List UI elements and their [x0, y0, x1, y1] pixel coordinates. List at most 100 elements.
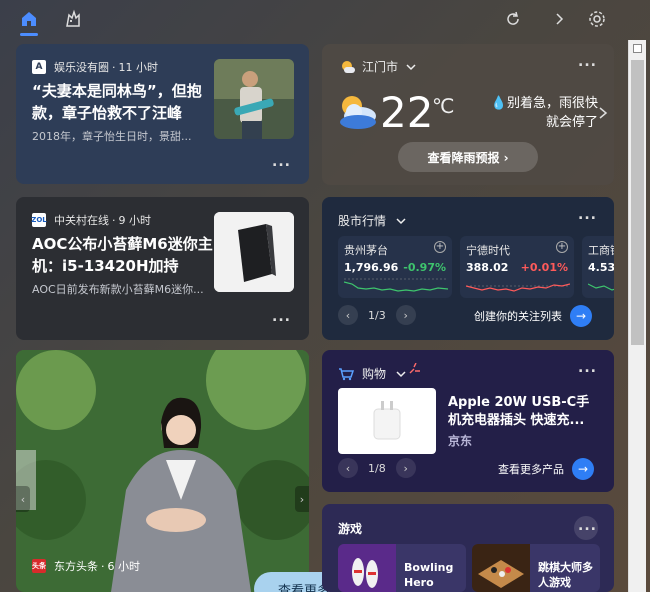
gear-icon[interactable]	[586, 8, 608, 30]
temperature: 22	[380, 88, 434, 137]
more-options-icon[interactable]: ...	[578, 54, 597, 70]
stock-name: 工商银	[588, 244, 614, 257]
game-tile[interactable]: Bowling Hero	[338, 544, 466, 592]
more-options-icon[interactable]: ...	[272, 154, 291, 170]
top-bar	[0, 0, 628, 40]
scroll-thumb[interactable]	[631, 60, 644, 345]
stock-card-header[interactable]: 股市行情	[338, 212, 406, 229]
chevron-down-icon	[396, 217, 406, 224]
games-title: 游戏	[338, 522, 363, 536]
home-tab-indicator	[20, 33, 38, 36]
more-options-icon[interactable]: ...	[574, 516, 598, 540]
news-time: 11 小时	[118, 61, 159, 74]
news-photo	[16, 350, 309, 592]
stock-tile[interactable]: 宁德时代 + 388.02 +0.01%	[460, 236, 574, 298]
stock-tile[interactable]: 工商银 4.53	[582, 236, 614, 298]
news-source-row: A 娱乐没有圈 · 11 小时	[32, 59, 158, 75]
news-card-1[interactable]: A 娱乐没有圈 · 11 小时 “夫妻本是同林鸟”，但抱款，章子怡救不了汪峰 2…	[16, 44, 309, 184]
arrow-right-icon[interactable]: →	[570, 305, 592, 327]
game-tile[interactable]: 跳棋大师多人游戏	[472, 544, 600, 592]
news-source: 娱乐没有圈	[54, 61, 109, 74]
more-options-icon[interactable]: ...	[578, 207, 597, 223]
product-store: 京东	[448, 434, 473, 448]
more-products-link[interactable]: 查看更多产品 →	[498, 458, 594, 480]
stock-card-title: 股市行情	[338, 214, 387, 228]
location-name: 江门市	[362, 60, 399, 74]
chevron-right-icon[interactable]	[548, 8, 570, 30]
game-thumbnail	[472, 544, 530, 592]
chevron-down-icon	[406, 63, 416, 70]
shopping-card-header[interactable]: 购物	[338, 362, 422, 382]
temperature-unit: ℃	[432, 94, 455, 118]
news-source-row: ZOL 中关村在线 · 9 小时	[31, 213, 152, 227]
source-logo: A	[32, 60, 46, 74]
weather-card[interactable]: 江门市 ... 22 ℃ 💧别着急，雨很快就会停了 查看降雨预报 ›	[322, 44, 614, 185]
weather-location[interactable]: 江门市	[340, 58, 416, 75]
page-indicator: 1/3	[368, 308, 386, 322]
chevron-down-icon	[396, 370, 406, 377]
news-time: 9 小时	[118, 214, 152, 227]
shopping-pager: ‹ 1/8 ›	[338, 458, 416, 478]
news-source: 中关村在线	[54, 214, 109, 227]
more-products-label: 查看更多产品	[498, 463, 564, 476]
games-card[interactable]: 游戏 ... Bowling Hero 跳棋大师多人游戏	[322, 504, 614, 592]
news-thumbnail	[214, 212, 294, 292]
create-watchlist-label: 创建你的关注列表	[474, 310, 562, 323]
home-icon[interactable]	[18, 8, 40, 30]
stock-pager: ‹ 1/3 ›	[338, 305, 416, 325]
more-options-icon[interactable]: ...	[578, 360, 597, 376]
source-logo: ZOL	[31, 213, 47, 227]
product-image[interactable]	[338, 388, 436, 454]
chevron-left-icon[interactable]: ‹	[16, 486, 30, 512]
add-stock-icon[interactable]: +	[556, 241, 568, 253]
arrow-right-icon[interactable]: →	[572, 458, 594, 480]
news-time: 6 小时	[107, 560, 141, 573]
stock-sparkline	[588, 283, 614, 291]
game-thumbnail	[338, 544, 396, 592]
news-source-row: 头条 东方头条 · 6 小时	[32, 559, 141, 573]
scrollbar[interactable]	[628, 40, 646, 592]
chevron-left-icon[interactable]: ‹	[338, 305, 358, 325]
game-name: 跳棋大师多人游戏	[538, 561, 593, 589]
chevron-right-icon[interactable]: ›	[395, 458, 416, 478]
scroll-up-button[interactable]	[633, 44, 642, 53]
shopping-card[interactable]: 购物 ... Apple 20W USB-C手机充电器插头 快速充... 京东 …	[322, 350, 614, 492]
stock-price: 388.02	[466, 261, 509, 274]
rain-forecast-button[interactable]: 查看降雨预报 ›	[398, 142, 538, 172]
cart-icon	[339, 367, 354, 380]
photo-news-card[interactable]: 头条 东方头条 · 6 小时 ‹ ›	[16, 350, 309, 592]
stock-price: 1,796.96	[344, 261, 399, 274]
create-watchlist-link[interactable]: 创建你的关注列表 →	[474, 305, 592, 327]
add-stock-icon[interactable]: +	[434, 241, 446, 253]
news-source: 东方头条	[54, 560, 98, 573]
stock-name: 宁德时代	[466, 244, 510, 257]
weather-message: 💧别着急，雨很快就会停了	[490, 96, 598, 130]
product-title[interactable]: Apple 20W USB-C手机充电器插头 快速充...	[448, 394, 598, 430]
stock-name: 贵州茅台	[344, 244, 388, 257]
news-snippet: AOC日前发布新款小苔藓M6迷你...	[32, 283, 204, 296]
news-snippet: 2018年，章子怡生日时，景甜...	[32, 130, 192, 143]
sun-cloud-icon	[342, 60, 355, 73]
chevron-right-icon[interactable]	[598, 106, 608, 120]
source-logo: 头条	[32, 559, 46, 573]
chevron-right-icon[interactable]: ›	[395, 305, 416, 325]
more-options-icon[interactable]: ...	[272, 309, 291, 325]
stock-sparkline	[466, 283, 570, 292]
refresh-icon[interactable]	[502, 8, 524, 30]
chevron-right-icon[interactable]: ›	[295, 486, 309, 512]
stock-tile[interactable]: 贵州茅台 + 1,796.96 -0.97%	[338, 236, 452, 298]
stock-card[interactable]: 股市行情 ... 贵州茅台 + 1,796.96 -0.97% 宁德时代 + 3…	[322, 197, 614, 340]
shopping-title: 购物	[362, 367, 387, 381]
stock-sparkline	[344, 278, 448, 292]
news-thumbnail	[214, 59, 294, 139]
game-name: Bowling Hero	[404, 561, 454, 589]
stock-change: +0.01%	[520, 261, 568, 274]
game-icon[interactable]	[62, 8, 84, 30]
sparkle-icon	[409, 362, 421, 373]
chevron-left-icon[interactable]: ‹	[338, 458, 358, 478]
rain-cloud-icon	[340, 96, 376, 129]
news-title[interactable]: “夫妻本是同林鸟”，但抱款，章子怡救不了汪峰	[32, 80, 217, 124]
page-indicator: 1/8	[368, 461, 386, 475]
news-card-2[interactable]: ZOL 中关村在线 · 9 小时 AOC公布小苔藓M6迷你主机：i5-13420…	[16, 197, 309, 340]
news-title[interactable]: AOC公布小苔藓M6迷你主机：i5-13420H加持	[32, 233, 217, 277]
